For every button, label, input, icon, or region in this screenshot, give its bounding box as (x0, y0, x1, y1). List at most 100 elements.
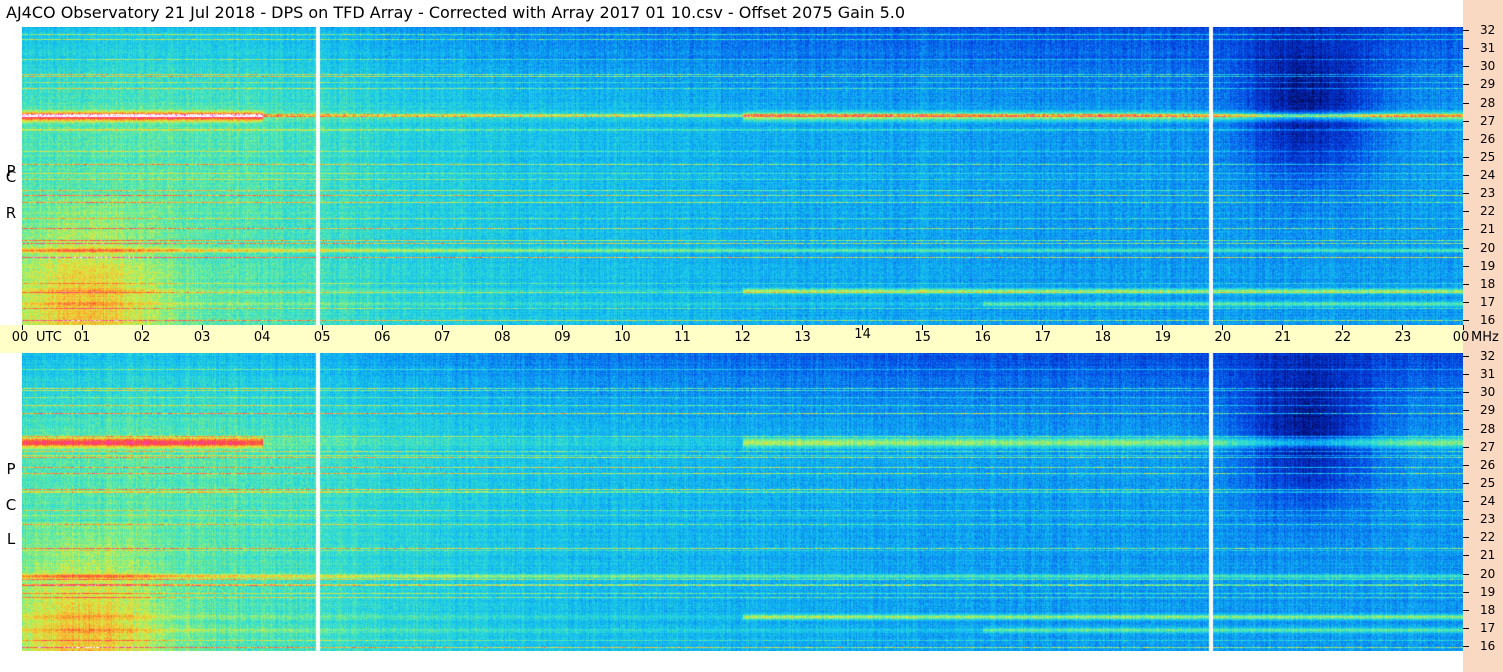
mhz-tick-label-17: 17 (1480, 294, 1496, 309)
mhz-tick-mark (1463, 175, 1469, 176)
mhz-tick-mark (1463, 102, 1469, 104)
mhz-tick-label-23: 23 (1480, 186, 1496, 201)
utc-tick-mark (1342, 325, 1344, 330)
utc-tick-label-13: 13 (794, 330, 811, 345)
utc-tick-mark (1222, 325, 1224, 330)
mhz-tick-label-22: 22 (1480, 204, 1496, 219)
utc-tick-mark (922, 325, 924, 330)
lcp-letter: L (6, 530, 16, 548)
utc-tick-mark (681, 325, 683, 330)
utc-tick-label-23: 23 (1394, 330, 1412, 345)
utc-tick-label-02: 02 (133, 330, 151, 345)
utc-tick-label-20: 20 (1214, 330, 1232, 345)
mhz-tick-mark (1463, 573, 1469, 575)
mhz-tick-mark (1463, 211, 1469, 213)
mhz-tick-label-19: 19 (1480, 584, 1496, 599)
mhz-tick-label-25: 25 (1480, 149, 1496, 164)
mhz-tick-mark (1463, 428, 1469, 430)
mhz-tick-mark (1463, 482, 1469, 484)
utc-tick-mark (1162, 325, 1164, 330)
mhz-tick-mark (1463, 66, 1469, 68)
utc-tick-mark (81, 325, 83, 330)
mhz-tick-mark (1463, 283, 1469, 285)
utc-tick-label-06: 06 (373, 330, 391, 345)
utc-tick-mark (21, 325, 23, 330)
mhz-tick-label-18: 18 (1480, 602, 1496, 617)
utc-tick-mark (621, 325, 623, 330)
mhz-tick-label-30: 30 (1480, 385, 1496, 400)
lcp-spectrogram-canvas (22, 353, 1463, 651)
lcp-letter: C (5, 496, 17, 514)
utc-time-axis: 00 01 02 03 04 05 06 07 08 09 10 11 12 13 14 15 16 17 18 19… (0, 325, 1499, 353)
utc-tick-mark (802, 325, 804, 330)
mhz-tick-label-24: 24 (1480, 168, 1496, 182)
utc-tick-mark (1042, 325, 1044, 330)
utc-tick-label-03: 03 (193, 330, 211, 345)
utc-tick-label-11: 11 (674, 330, 691, 345)
mhz-tick-mark (1463, 84, 1469, 86)
utc-tick-mark (1462, 325, 1464, 330)
mhz-tick-label-31: 31 (1480, 367, 1496, 382)
utc-tick-mark (862, 325, 864, 330)
mhz-tick-label-29: 29 (1480, 77, 1496, 92)
mhz-tick-mark (1463, 591, 1469, 593)
utc-tick-label-10: 10 (614, 330, 631, 345)
mhz-tick-label-18: 18 (1480, 276, 1496, 291)
mhz-tick-mark (1463, 374, 1469, 376)
utc-tick-mark (441, 325, 443, 330)
utc-tick-mark (381, 325, 383, 330)
mhz-tick-label-27: 27 (1480, 439, 1496, 454)
mhz-tick-label-32: 32 (1480, 23, 1496, 37)
mhz-tick-mark (1463, 501, 1469, 502)
rcp-spectrogram (22, 27, 1463, 325)
mhz-tick-mark (1463, 609, 1469, 611)
lcp-polarization-label: P C L (0, 353, 22, 651)
mhz-tick-label-26: 26 (1480, 131, 1496, 146)
utc-tick-label-09: 09 (554, 330, 571, 345)
mhz-tick-mark (1463, 301, 1469, 303)
mhz-tick-label-21: 21 (1480, 222, 1496, 237)
utc-tick-mark (261, 325, 263, 330)
mhz-tick-label-20: 20 (1480, 566, 1496, 581)
mhz-tick-mark (1463, 410, 1469, 412)
utc-tick-mark (141, 325, 143, 330)
mhz-tick-mark (1463, 265, 1469, 267)
mhz-tick-label-31: 31 (1480, 41, 1496, 56)
rcp-letter: C (5, 168, 17, 186)
utc-tick-label-05: 05 (313, 330, 331, 345)
mhz-tick-label-16: 16 (1480, 313, 1496, 327)
mhz-tick-label-20: 20 (1480, 240, 1496, 255)
mhz-tick-mark (1463, 627, 1469, 629)
utc-tick-label-17: 17 (1034, 330, 1051, 345)
mhz-tick-label-19: 19 (1480, 258, 1496, 273)
mhz-tick-mark (1463, 229, 1469, 231)
mhz-tick-label-26: 26 (1480, 457, 1496, 472)
utc-tick-mark (501, 325, 503, 330)
utc-tick-label-08: 08 (494, 330, 511, 345)
rcp-letter: R (5, 204, 17, 222)
utc-tick-label-21: 21 (1274, 330, 1292, 345)
utc-tick-label-00: 00 (11, 330, 29, 345)
mhz-tick-mark (1463, 392, 1469, 394)
utc-tick-label-07: 07 (434, 330, 451, 345)
mhz-tick-mark (1463, 646, 1469, 647)
mhz-tick-mark (1463, 156, 1469, 158)
utc-tick-label-16: 16 (974, 330, 991, 345)
mhz-tick-mark (1463, 120, 1469, 122)
chart-title: AJ4CO Observatory 21 Jul 2018 - DPS on T… (6, 3, 906, 22)
utc-tick-mark (982, 325, 984, 330)
lcp-spectrogram (22, 353, 1463, 651)
rcp-spectrogram-canvas (22, 27, 1463, 325)
utc-unit-label: UTC (36, 330, 62, 345)
utc-tick-label-19: 19 (1154, 330, 1172, 345)
mhz-tick-label-27: 27 (1480, 113, 1496, 128)
utc-tick-label-01: 01 (73, 330, 91, 345)
lcp-letter: P (6, 460, 16, 478)
utc-tick-mark (1402, 325, 1404, 330)
utc-tick-mark (561, 325, 563, 330)
mhz-tick-label-25: 25 (1480, 475, 1496, 490)
mhz-tick-label-16: 16 (1480, 639, 1496, 653)
mhz-tick-mark (1463, 356, 1469, 357)
mhz-tick-mark (1463, 193, 1469, 195)
mhz-tick-mark (1463, 464, 1469, 466)
